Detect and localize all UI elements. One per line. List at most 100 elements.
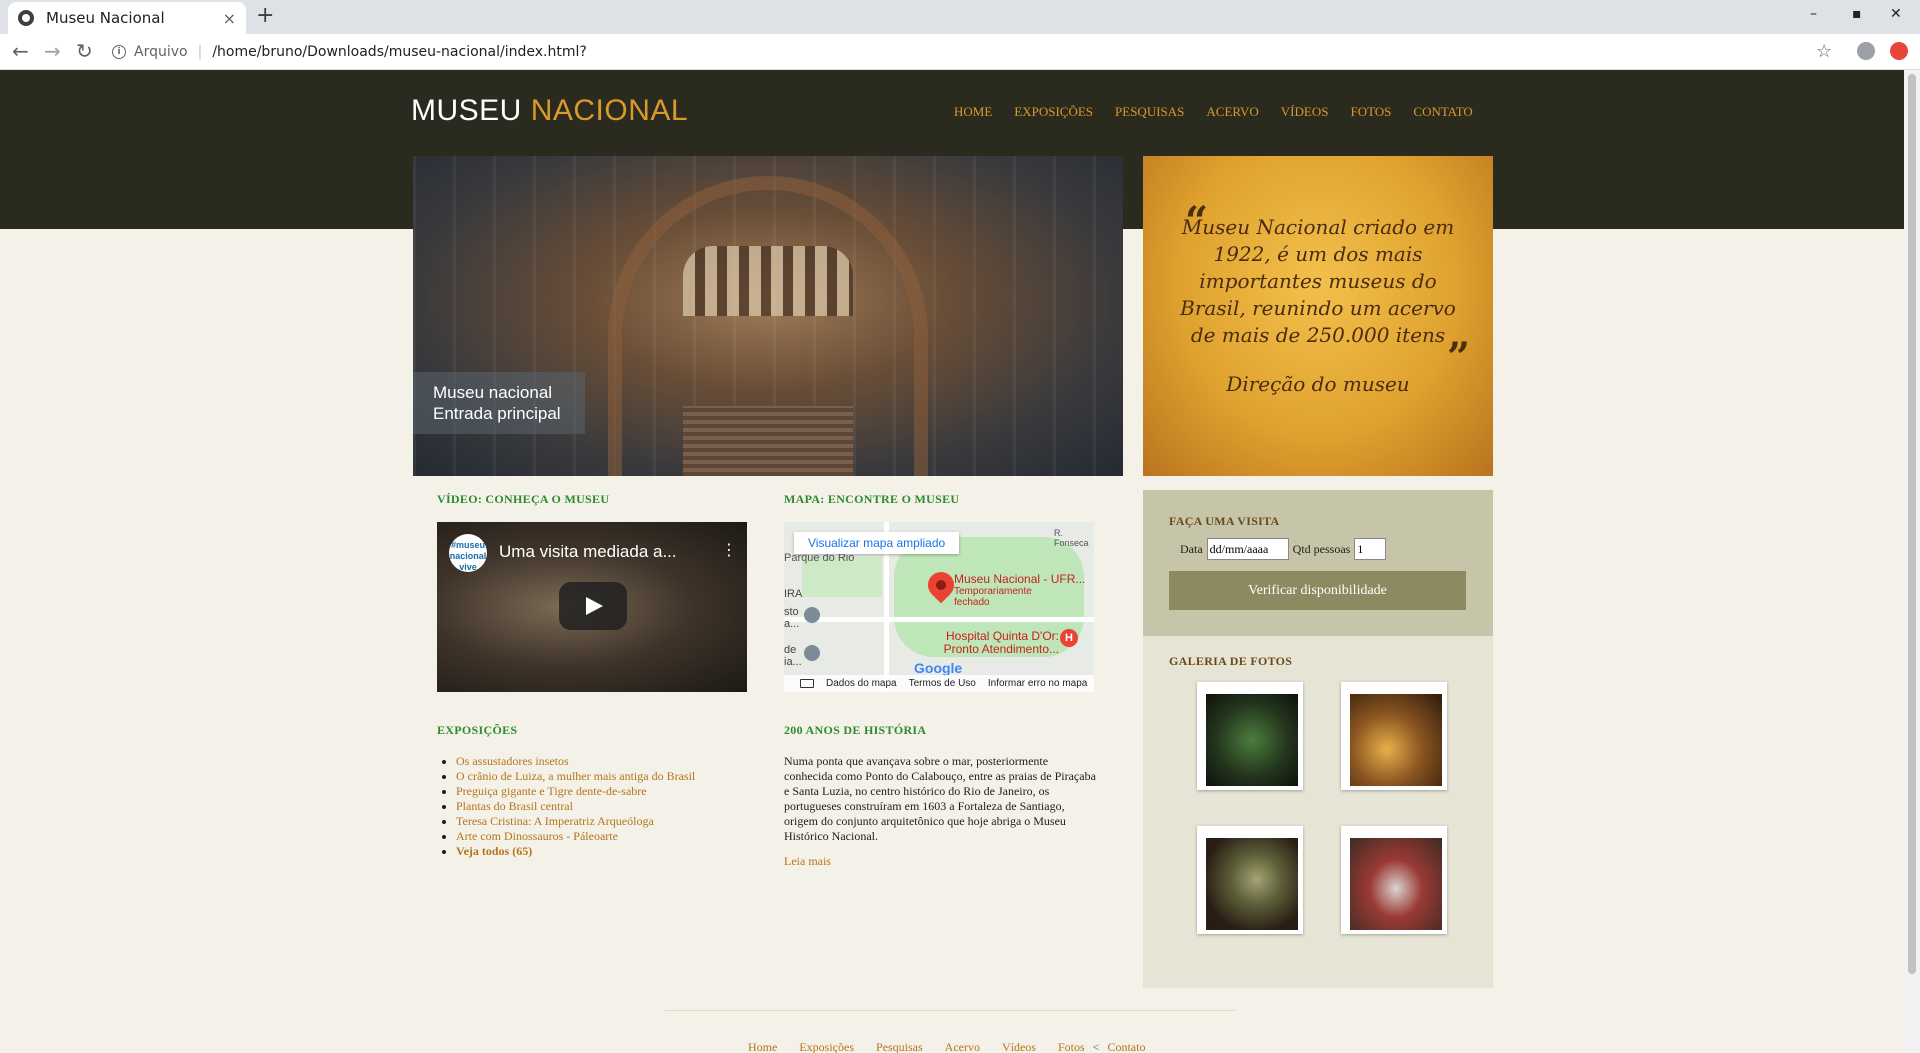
qty-label: Qtd pessoas (1292, 541, 1351, 556)
hospital-pin-icon[interactable]: H (1060, 629, 1078, 647)
list-item[interactable]: Arte com Dinossauros - Páleoarte (456, 829, 695, 844)
map-report-link[interactable]: Informar erro no mapa (988, 678, 1088, 689)
qty-input[interactable] (1354, 538, 1387, 560)
footer-link-acervo[interactable]: Acervo (945, 1040, 980, 1053)
tab-close-icon[interactable]: × (223, 9, 236, 28)
history-title: 200 ANOS DE HISTÓRIA (784, 723, 927, 737)
url-text[interactable]: /home/bruno/Downloads/museu-nacional/ind… (212, 44, 586, 60)
exhibition-link[interactable]: Plantas do Brasil central (456, 799, 573, 813)
profile-avatar-icon[interactable] (1857, 42, 1875, 60)
minimize-button[interactable]: – (1810, 6, 1817, 22)
list-item[interactable]: Teresa Cristina: A Imperatriz Arqueóloga (456, 814, 695, 829)
tab-title: Museu Nacional (46, 9, 165, 27)
exhibition-link[interactable]: Arte com Dinossauros - Páleoarte (456, 829, 618, 843)
google-logo: Google (914, 660, 963, 676)
nav-acervo[interactable]: ACERVO (1206, 104, 1258, 120)
page-viewport: MUSEU NACIONAL HOME EXPOSIÇÕES PESQUISAS… (0, 70, 1904, 1053)
nav-pesquisas[interactable]: PESQUISAS (1115, 104, 1184, 120)
info-icon[interactable]: i (112, 45, 126, 59)
close-window-button[interactable]: ✕ (1890, 6, 1902, 22)
exhibitions-list: Os assustadores insetos O crânio de Luiz… (456, 754, 695, 859)
quote-text: Museu Nacional criado em 1922, é um dos … (1180, 215, 1456, 347)
back-button[interactable]: ← (12, 39, 29, 63)
logo-word-nacional: NACIONAL (530, 94, 689, 127)
footer-link-home[interactable]: Home (748, 1040, 777, 1053)
gallery-photo[interactable] (1341, 682, 1447, 790)
map-terms-link[interactable]: Termos de Uso (909, 678, 976, 689)
nav-videos[interactable]: VÍDEOS (1281, 104, 1329, 120)
exhibition-link[interactable]: Preguiça gigante e Tigre dente-de-sabre (456, 784, 647, 798)
footer-link-exposicoes[interactable]: Exposições (799, 1040, 854, 1053)
list-item[interactable]: Veja todos (65) (456, 844, 695, 859)
page-scrollbar[interactable] (1904, 70, 1920, 1053)
nav-exposicoes[interactable]: EXPOSIÇÕES (1014, 104, 1093, 120)
quote-box: “ Museu Nacional criado em 1922, é um do… (1143, 156, 1493, 476)
hero-caption-line2: Entrada principal (433, 404, 561, 423)
read-more-link[interactable]: Leia mais (784, 854, 831, 869)
reload-button[interactable]: ↻ (76, 39, 93, 63)
footer-link-fotos[interactable]: Fotos (1058, 1040, 1085, 1053)
nav-fotos[interactable]: FOTOS (1350, 104, 1391, 120)
map-side-text-1: IRA (784, 588, 803, 600)
gallery-title: GALERIA DE FOTOS (1169, 654, 1293, 668)
footer-divider (665, 1010, 1235, 1011)
map-street-label: R. Fonseca (1054, 528, 1089, 548)
hero-windows (683, 246, 853, 316)
omnibox-separator: | (197, 44, 203, 60)
forward-button[interactable]: → (44, 39, 61, 63)
keyboard-icon[interactable] (800, 679, 814, 688)
footer-link-videos[interactable]: Vídeos (1002, 1040, 1036, 1053)
footer-link-pesquisas[interactable]: Pesquisas (876, 1040, 923, 1053)
gallery-photo-image (1350, 694, 1442, 786)
exhibition-link[interactable]: Os assustadores insetos (456, 754, 569, 768)
main-nav: HOME EXPOSIÇÕES PESQUISAS ACERVO VÍDEOS … (954, 104, 1495, 120)
hero-image: Museu nacional Entrada principal (413, 156, 1123, 476)
extension-icon[interactable] (1890, 42, 1908, 60)
video-title[interactable]: Uma visita mediada a... (499, 542, 677, 562)
gallery-photo-image (1206, 838, 1298, 930)
map-attribution-bar: Dados do mapa Termos de Uso Informar err… (784, 675, 1094, 692)
gallery-photo[interactable] (1341, 826, 1447, 934)
browser-tab[interactable]: Museu Nacional × (8, 2, 246, 34)
map-poi-icon[interactable] (804, 607, 820, 623)
scheme-label: Arquivo (134, 44, 188, 60)
video-embed[interactable]: #museu nacional vive Uma visita mediada … (437, 522, 747, 692)
nav-contato[interactable]: CONTATO (1413, 104, 1472, 120)
site-logo[interactable]: MUSEU NACIONAL (411, 94, 688, 128)
exhibition-link[interactable]: O crânio de Luiza, a mulher mais antiga … (456, 769, 695, 783)
map-poi-icon[interactable] (804, 645, 820, 661)
play-button-icon[interactable] (559, 582, 627, 630)
map-hospital-label[interactable]: Hospital Quinta D'Or: Pronto Atendimento… (929, 630, 1059, 656)
video-menu-icon[interactable]: ⋮ (721, 540, 737, 559)
scrollbar-thumb[interactable] (1908, 74, 1916, 974)
hero-caption-line1: Museu nacional (433, 383, 553, 402)
check-availability-button[interactable]: Verificar disponibilidade (1169, 571, 1466, 610)
gallery-photo[interactable] (1197, 682, 1303, 790)
maximize-button[interactable]: ▪ (1852, 6, 1862, 22)
list-item[interactable]: O crânio de Luiza, a mulher mais antiga … (456, 769, 695, 784)
footer-separator: < (1092, 1040, 1100, 1053)
address-bar[interactable]: i Arquivo | /home/bruno/Downloads/museu-… (112, 39, 587, 65)
exhibitions-title: EXPOSIÇÕES (437, 723, 518, 737)
hero-caption: Museu nacional Entrada principal (413, 372, 585, 434)
list-item[interactable]: Plantas do Brasil central (456, 799, 695, 814)
channel-avatar[interactable]: #museu nacional vive (449, 534, 487, 572)
date-label: Data (1180, 541, 1203, 556)
footer-link-contato[interactable]: Contato (1107, 1040, 1145, 1053)
view-larger-map-link[interactable]: Visualizar mapa ampliado (794, 532, 960, 554)
gallery-photo[interactable] (1197, 826, 1303, 934)
map-embed[interactable]: Parque do Rio R. Fonseca IRA sto a... de… (784, 522, 1094, 692)
nav-home[interactable]: HOME (954, 104, 992, 120)
bookmark-star-icon[interactable]: ☆ (1816, 41, 1832, 62)
list-item[interactable]: Os assustadores insetos (456, 754, 695, 769)
new-tab-button[interactable]: + (256, 3, 274, 28)
map-side-text-3: de ia... (784, 644, 802, 668)
gallery-photo-image (1350, 838, 1442, 930)
map-place-name[interactable]: Museu Nacional - UFR... (954, 572, 1085, 586)
list-item[interactable]: Preguiça gigante e Tigre dente-de-sabre (456, 784, 695, 799)
see-all-link[interactable]: Veja todos (65) (456, 844, 532, 858)
map-data-link[interactable]: Dados do mapa (826, 678, 897, 689)
exhibition-link[interactable]: Teresa Cristina: A Imperatriz Arqueóloga (456, 814, 654, 828)
quote-author: Direção do museu (1226, 372, 1410, 396)
date-input[interactable] (1206, 538, 1289, 560)
